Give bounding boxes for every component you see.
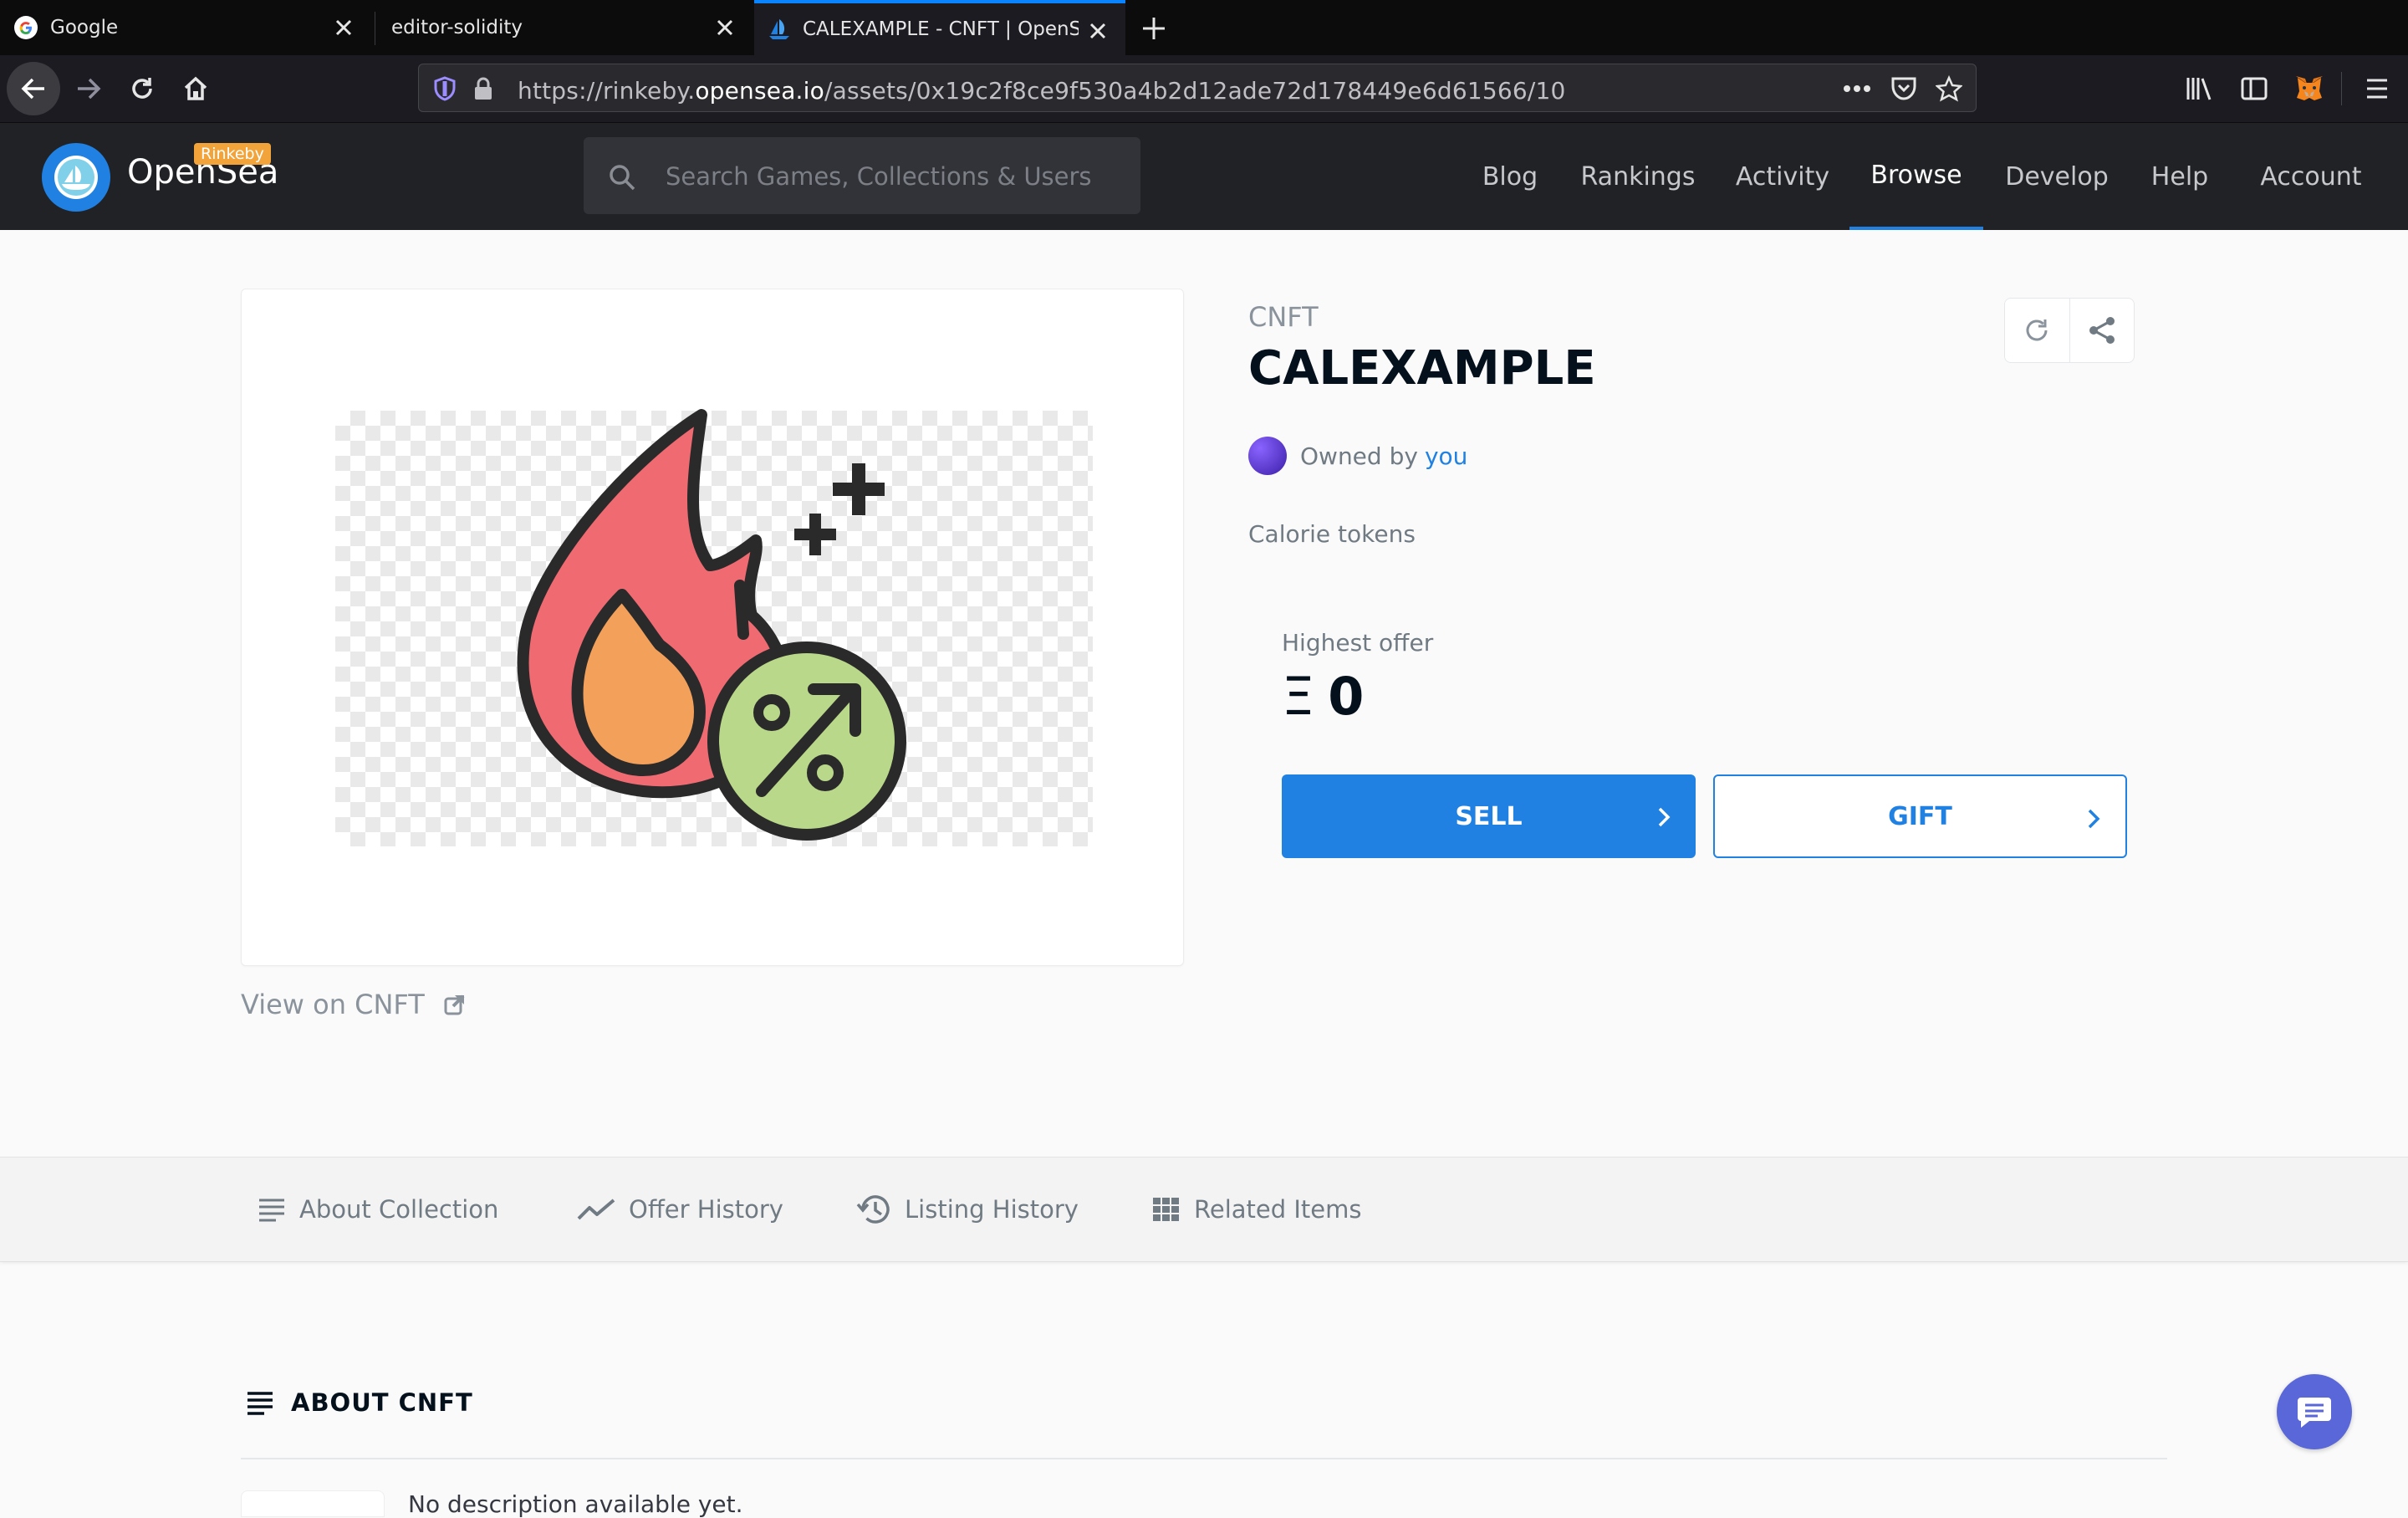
offer-amount: 0 (1328, 666, 1365, 727)
sell-label: SELL (1455, 801, 1523, 831)
address-bar[interactable]: https://rinkeby.opensea.io/assets/0x19c2… (418, 64, 1977, 112)
tab-title: CALEXAMPLE - CNFT | OpenSe (803, 18, 1079, 40)
chevron-right-icon (1657, 806, 1671, 828)
owner-link[interactable]: you (1425, 442, 1467, 470)
asset-image-card[interactable] (241, 289, 1184, 966)
trending-line-icon (577, 1197, 615, 1222)
tab-label: Related Items (1194, 1195, 1362, 1224)
about-collection-heading: ABOUT CNFT (246, 1388, 473, 1417)
calorie-flame-icon (517, 409, 906, 841)
chevron-right-icon (2087, 808, 2100, 830)
google-favicon-icon (13, 15, 38, 40)
close-tab-icon[interactable] (1087, 20, 1109, 42)
tab-title: Google (50, 17, 119, 38)
metamask-fox-icon[interactable] (2291, 70, 2328, 107)
tab-about-collection[interactable]: About Collection (258, 1158, 498, 1261)
network-badge: Rinkeby (194, 143, 271, 165)
browser-tab-editor-solidity[interactable]: editor-solidity (376, 0, 752, 55)
nav-link-activity[interactable]: Activity (1726, 123, 1839, 230)
pocket-icon[interactable] (1887, 73, 1921, 105)
tab-title: editor-solidity (391, 17, 523, 38)
about-text: No description available yet. (408, 1490, 743, 1518)
view-on-cnft-link[interactable]: View on CNFT (241, 989, 467, 1020)
share-button[interactable] (2069, 299, 2135, 362)
page-actions-ellipsis-icon[interactable] (1840, 74, 1874, 103)
highest-offer-value: Ξ 0 (1282, 666, 1364, 727)
asset-title: CALEXAMPLE (1248, 341, 1596, 396)
search-placeholder: Search Games, Collections & Users (666, 162, 1092, 191)
gift-button[interactable]: GIFT (1713, 774, 2127, 858)
tab-related-items[interactable]: Related Items (1152, 1158, 1361, 1261)
list-lines-icon (258, 1197, 286, 1222)
refresh-metadata-button[interactable] (2005, 299, 2069, 362)
tab-offer-history[interactable]: Offer History (577, 1158, 783, 1261)
opensea-favicon-icon (768, 18, 791, 41)
nav-link-browse[interactable]: Browse (1849, 123, 1983, 230)
browser-tab-bar: Google editor-solidity CALEXAMPLE - CNFT… (0, 0, 2408, 55)
list-lines-icon (246, 1390, 274, 1415)
owner-avatar[interactable] (1248, 437, 1287, 475)
eth-currency-icon: Ξ (1282, 666, 1315, 727)
forward-button[interactable] (62, 62, 115, 115)
external-link-icon (443, 993, 467, 1016)
collection-thumbnail (241, 1490, 385, 1517)
asset-description: Calorie tokens (1248, 520, 1416, 548)
tab-label: About Collection (299, 1195, 499, 1224)
site-header: OpenSea Rinkeby Search Games, Collection… (0, 123, 2408, 230)
section-tab-strip: About Collection Offer History Listing H… (0, 1157, 2408, 1262)
sell-button[interactable]: SELL (1282, 774, 1696, 858)
new-tab-icon[interactable] (1137, 12, 1171, 45)
tab-label: Listing History (905, 1195, 1079, 1224)
site-search-input[interactable]: Search Games, Collections & Users (584, 137, 1140, 214)
grid-icon (1152, 1197, 1181, 1222)
chat-bubble-icon (2298, 1398, 2331, 1428)
back-button[interactable] (7, 62, 60, 115)
tab-listing-history[interactable]: Listing History (856, 1158, 1079, 1261)
view-on-label: View on CNFT (241, 989, 425, 1020)
search-icon (605, 161, 639, 194)
owned-by-label: Owned by (1300, 442, 1418, 470)
close-tab-icon[interactable] (333, 17, 355, 38)
url-text: https://rinkeby.opensea.io/assets/0x19c2… (518, 77, 1566, 105)
nav-link-help[interactable]: Help (2142, 123, 2217, 230)
tracking-shield-icon[interactable] (431, 74, 459, 103)
nav-link-account[interactable]: Account (2249, 123, 2373, 230)
about-heading-label: ABOUT CNFT (291, 1388, 473, 1417)
browser-toolbar: https://rinkeby.opensea.io/assets/0x19c2… (0, 55, 2408, 123)
highest-offer-label: Highest offer (1282, 629, 1434, 657)
collection-link[interactable]: CNFT (1248, 301, 1319, 333)
lock-icon[interactable] (471, 74, 496, 103)
refresh-icon (2026, 319, 2048, 341)
gift-label: GIFT (1888, 801, 1952, 831)
library-icon[interactable] (2182, 72, 2216, 105)
browser-tab-calexample[interactable]: CALEXAMPLE - CNFT | OpenSe (754, 0, 1125, 55)
browser-tab-google[interactable]: Google (0, 0, 371, 55)
home-icon (184, 76, 207, 100)
arrow-right-icon (78, 78, 101, 100)
sidebar-toggle-icon[interactable] (2237, 72, 2271, 105)
nav-link-rankings[interactable]: Rankings (1575, 123, 1701, 230)
reload-icon (132, 78, 152, 99)
tab-label: Offer History (629, 1195, 783, 1224)
chat-support-button[interactable] (2277, 1374, 2352, 1449)
arrow-left-icon (21, 78, 44, 100)
bookmark-star-icon[interactable] (1932, 73, 1966, 105)
home-button[interactable] (169, 62, 222, 115)
opensea-logo-icon[interactable] (42, 143, 110, 212)
nav-link-blog[interactable]: Blog (1468, 123, 1552, 230)
asset-action-group (2004, 298, 2135, 363)
nav-link-develop[interactable]: Develop (1998, 123, 2115, 230)
divider (241, 1458, 2167, 1459)
owner-info: Owned by you (1248, 437, 1467, 475)
reload-button[interactable] (115, 62, 169, 115)
history-clock-icon (856, 1193, 891, 1226)
close-tab-icon[interactable] (714, 17, 736, 38)
share-icon (2089, 317, 2115, 344)
app-menu-icon[interactable] (2341, 72, 2394, 105)
